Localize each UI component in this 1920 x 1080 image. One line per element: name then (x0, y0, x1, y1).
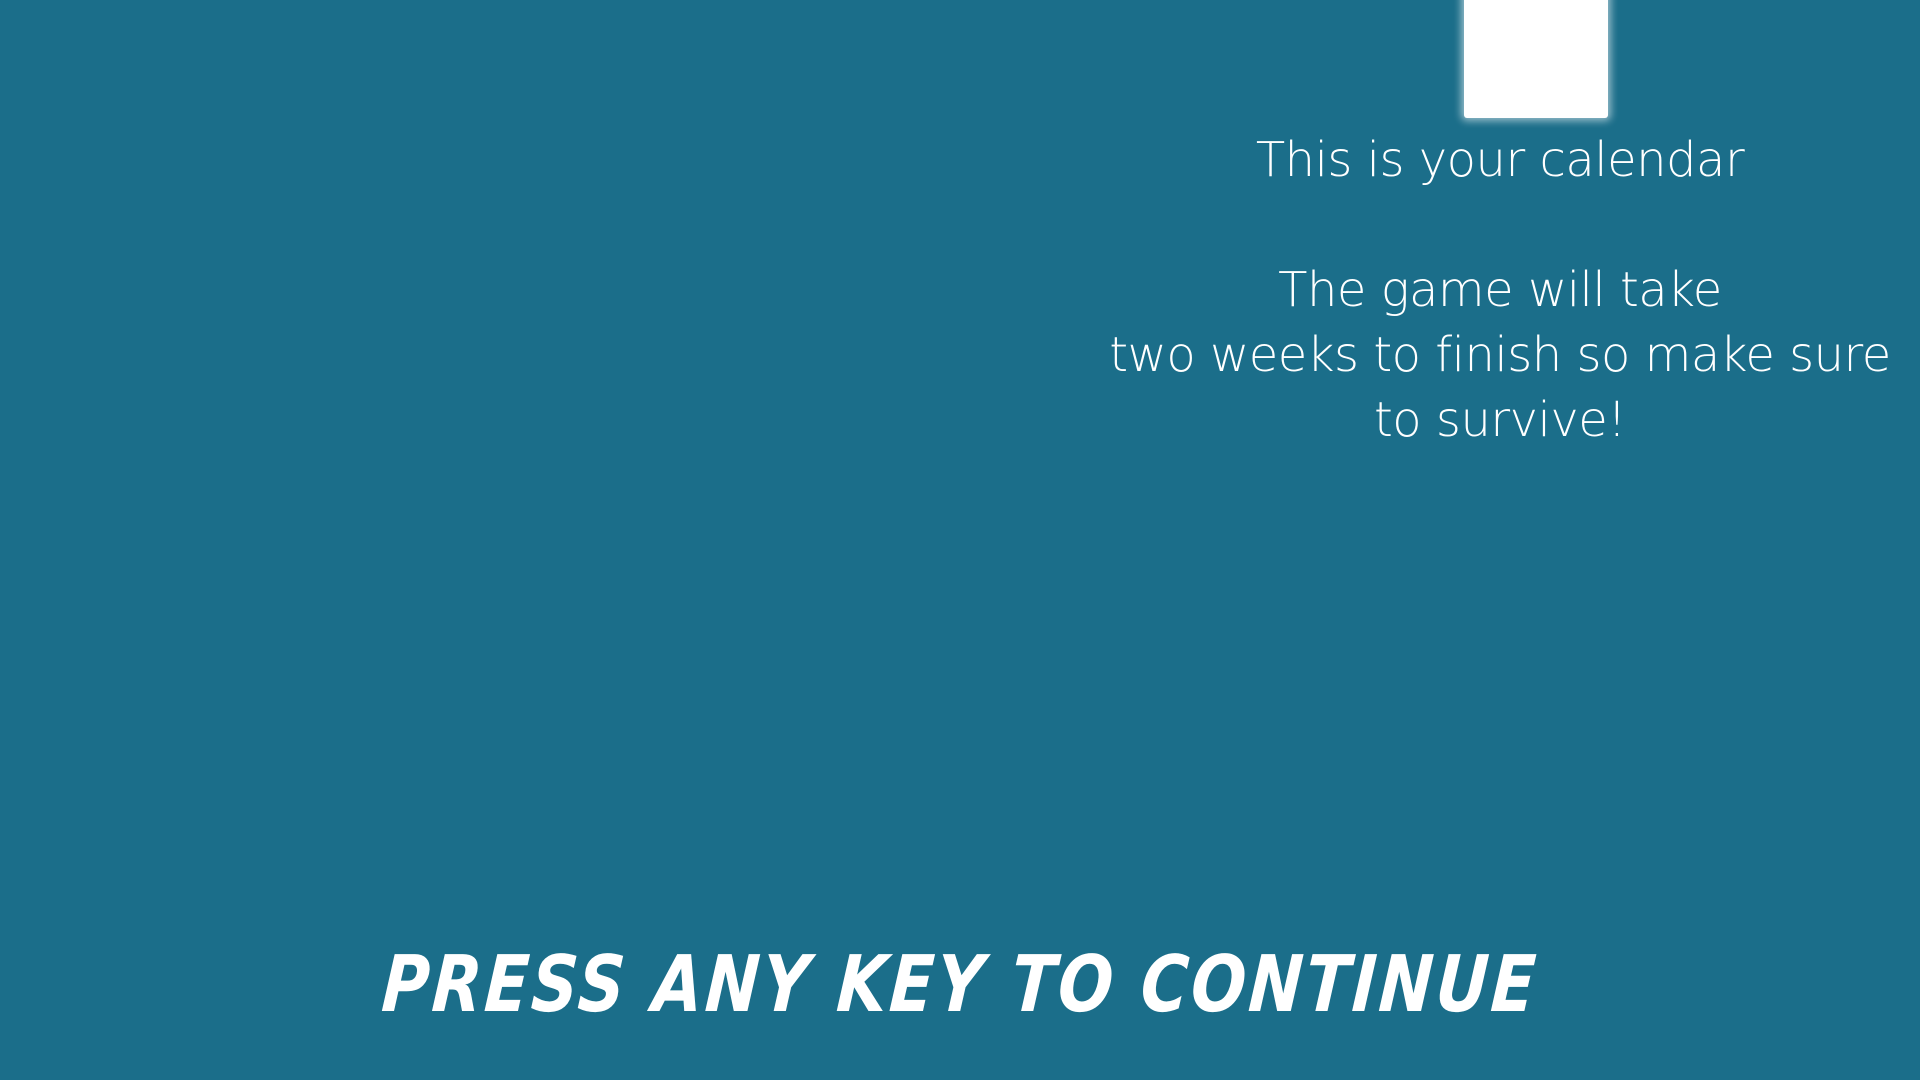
calendar-highlight (1464, 0, 1608, 118)
tutorial-line-game-length: The game will take (1278, 262, 1722, 318)
tutorial-line-two-weeks: two weeks to finish so make sure (1109, 327, 1891, 383)
press-any-key-prompt[interactable]: PRESS ANY KEY TO CONTINUE (74, 940, 1846, 1030)
tutorial-line-survive: to survive! (1373, 392, 1627, 448)
tutorial-spacer (1080, 193, 1920, 258)
tutorial-line-calendar: This is your calendar (1255, 132, 1745, 188)
tutorial-message: This is your calendar The game will take… (1080, 128, 1920, 453)
